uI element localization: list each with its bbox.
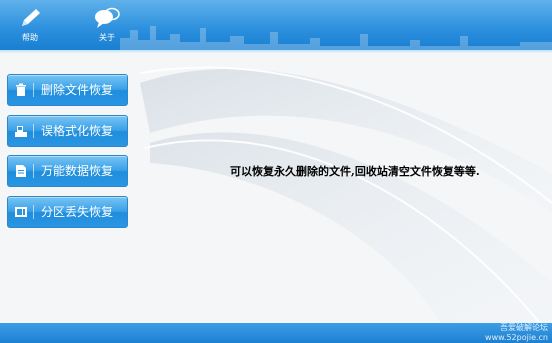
help-label: 帮助	[22, 33, 38, 42]
document-icon	[16, 165, 26, 177]
main-panel: 删除文件恢复 误格式化恢复 万能数据恢复 分区丢失恢复 可以恢复永久删除的文件,…	[0, 53, 552, 323]
sidebar-item-label: 误格式化恢复	[41, 124, 114, 138]
watermark-line1: 吾爱破解论坛	[500, 323, 548, 332]
trash-icon	[16, 83, 26, 96]
sidebar-item-deleted-file-recovery[interactable]: 删除文件恢复	[7, 74, 128, 106]
pen-icon	[22, 9, 40, 26]
function-description: 可以恢复永久删除的文件,回收站清空文件恢复等等.	[230, 165, 480, 178]
watermark-line2: www.52pojie.cn	[485, 333, 548, 342]
skyline-decoration	[120, 26, 552, 50]
about-label: 关于	[99, 33, 115, 42]
chat-bubbles-icon	[95, 7, 120, 28]
partition-icon	[15, 207, 27, 217]
sidebar-item-partition-recovery[interactable]: 分区丢失恢复	[7, 196, 128, 228]
help-button[interactable]: 帮助	[8, 6, 52, 46]
sidebar-item-universal-data-recovery[interactable]: 万能数据恢复	[7, 155, 128, 187]
sidebar-item-label: 分区丢失恢复	[41, 205, 114, 219]
sidebar-item-label: 万能数据恢复	[41, 164, 114, 178]
status-bar: 吾爱破解论坛 www.52pojie.cn	[0, 323, 552, 343]
separator	[33, 124, 34, 138]
sidebar-item-format-recovery[interactable]: 误格式化恢复	[7, 115, 128, 147]
separator	[33, 205, 34, 219]
watermark: 吾爱破解论坛 www.52pojie.cn	[485, 323, 548, 343]
format-drive-icon	[15, 126, 27, 137]
about-button[interactable]: 关于	[85, 6, 129, 46]
top-toolbar: 帮助 关于	[0, 0, 552, 50]
sidebar-item-label: 删除文件恢复	[41, 83, 114, 97]
separator	[33, 164, 34, 178]
background-swoosh	[140, 66, 552, 323]
separator	[33, 83, 34, 97]
